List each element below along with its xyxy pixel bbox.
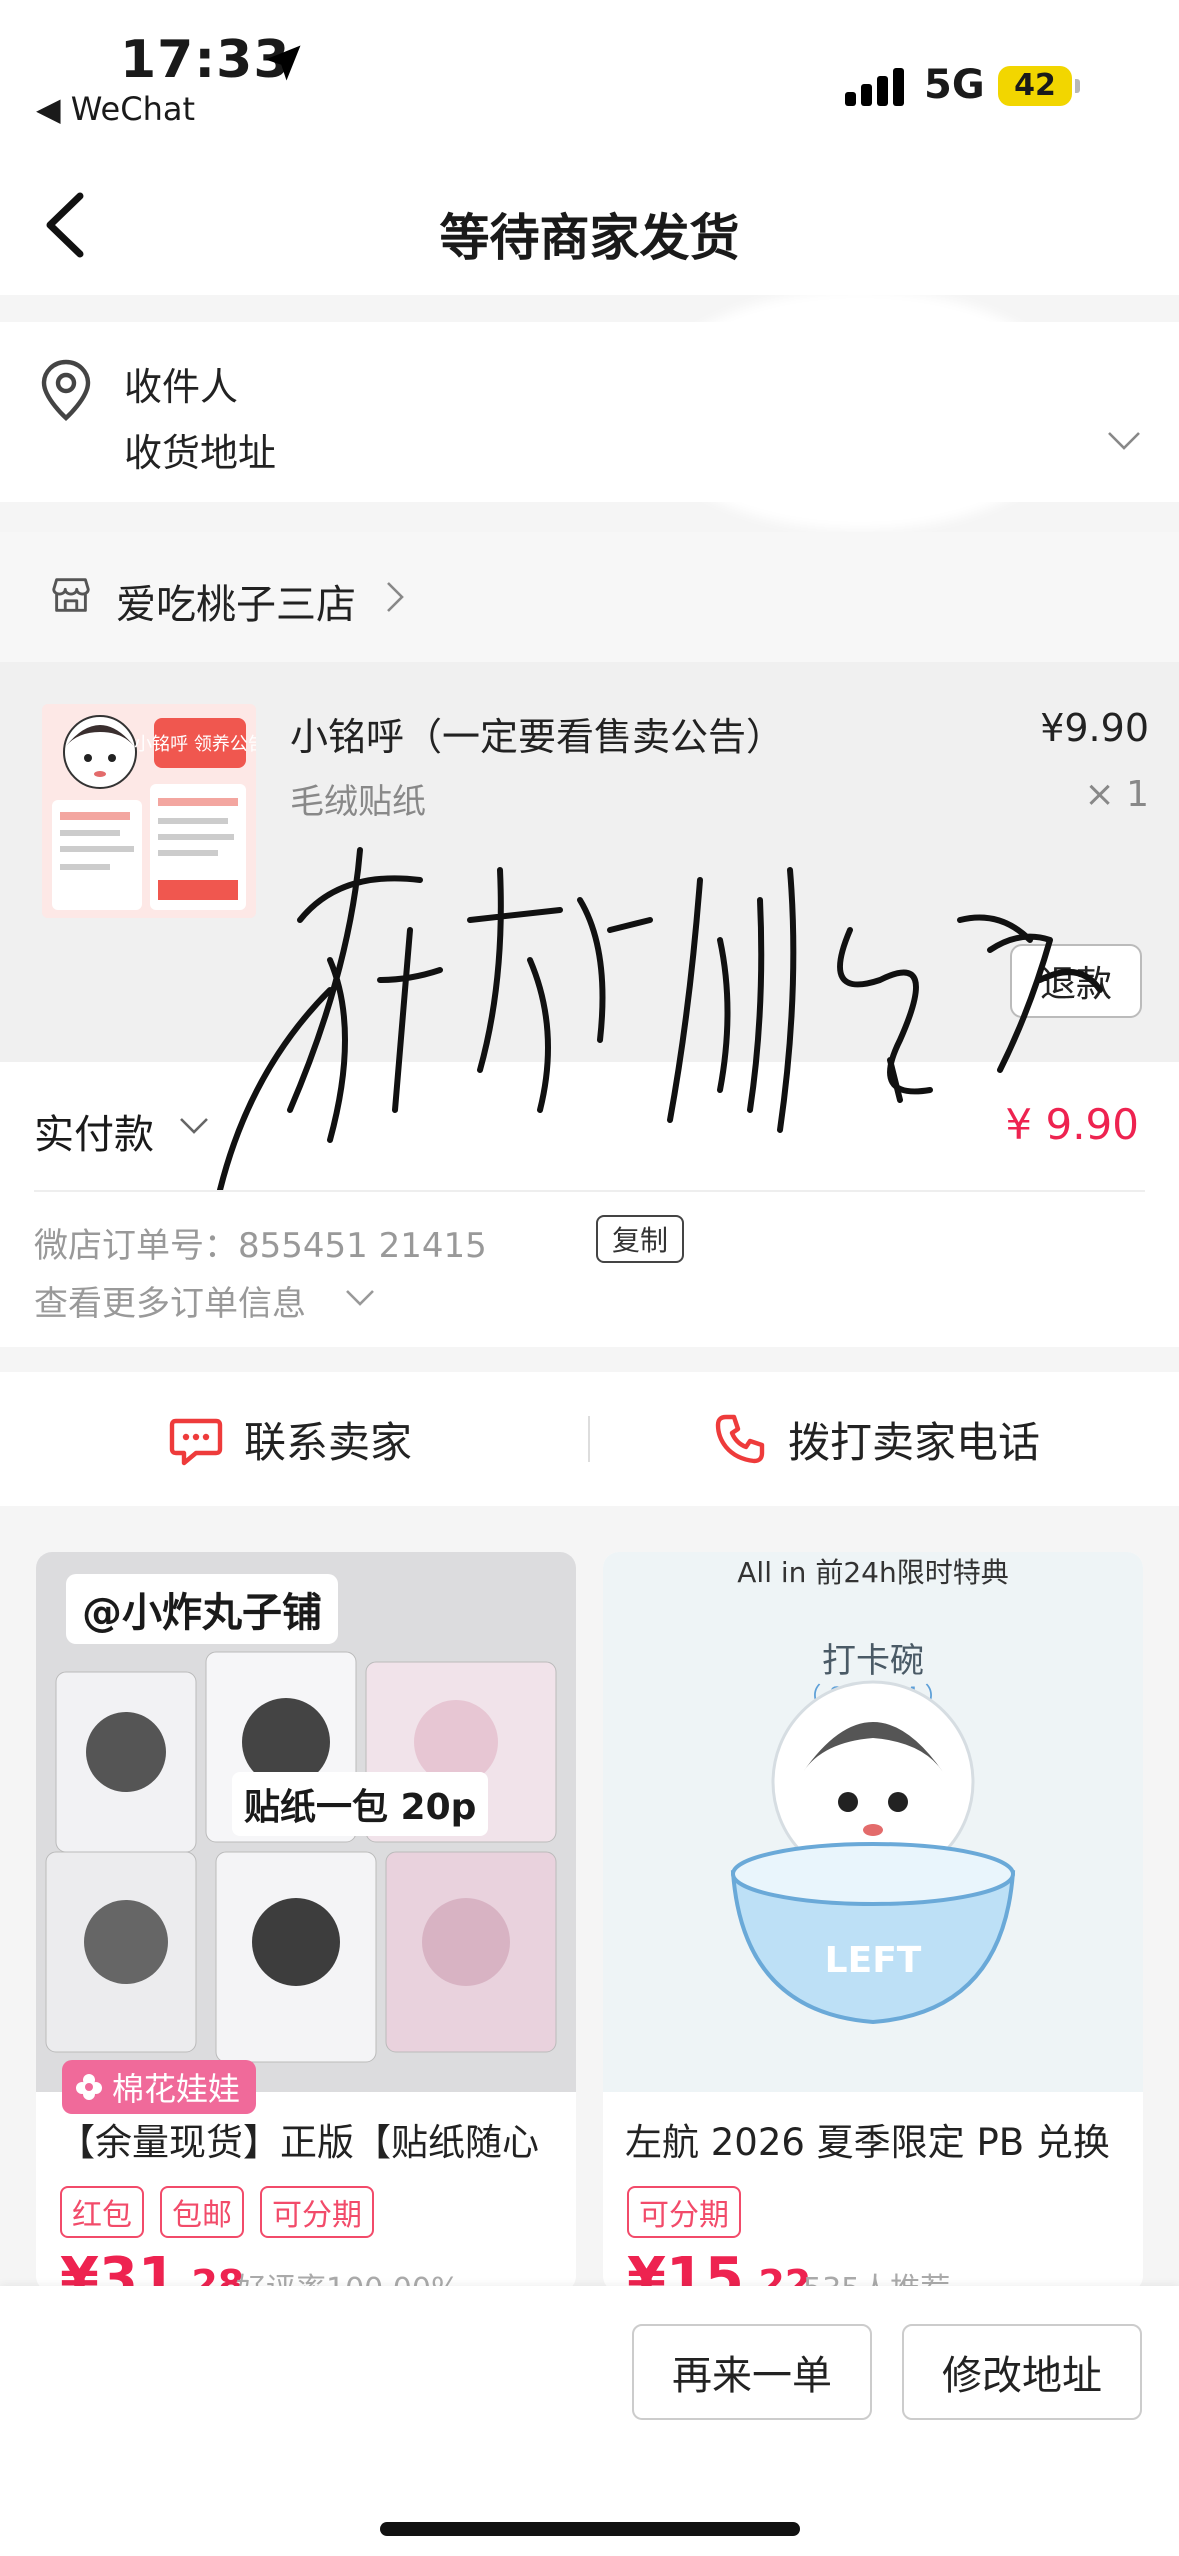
tag: 包邮	[160, 2186, 244, 2238]
phone-icon	[715, 1414, 765, 1464]
flower-icon	[76, 2074, 102, 2100]
address-label: 收货地址	[124, 431, 277, 475]
product-title: 小铭呼（一定要看售卖公告）	[290, 715, 785, 759]
recommendation-card[interactable]: @小炸丸子铺 贴纸一包 20p 棉花娃娃 【余量现货】正版【贴纸随心 红包 包邮…	[36, 1552, 576, 2292]
tag: 可分期	[627, 2186, 741, 2238]
chat-bubble-icon	[169, 1418, 223, 1466]
product-thumbnail: 小铭呼 领养公告	[42, 704, 256, 918]
payment-summary: 实付款 ¥ 9.90 微店订单号：855451 21415 复制 查看更多订单信…	[0, 1062, 1179, 1347]
order-number: 微店订单号：855451 21415	[34, 1226, 487, 1266]
chevron-down-icon[interactable]	[344, 1288, 376, 1308]
recommendation-title: 【余量现货】正版【贴纸随心	[58, 2121, 539, 2164]
shop-row[interactable]: 爱吃桃子三店	[0, 532, 1179, 662]
page-title: 等待商家发货	[439, 209, 740, 267]
shop-name: 爱吃桃子三店	[116, 582, 356, 628]
product-image: All in 前24h限时特典 打卡碗 （ 8+8CM ） LEFT	[603, 1552, 1143, 2092]
recommendation-card[interactable]: All in 前24h限时特典 打卡碗 （ 8+8CM ） LEFT 左航 20…	[603, 1552, 1143, 2292]
paid-label: 实付款	[34, 1112, 154, 1158]
paid-amount: ¥ 9.90	[1005, 1100, 1139, 1149]
order-product[interactable]: 小铭呼 领养公告 小铭呼（一定要看售卖公告） 毛绒贴纸 ¥9.90 × 1 退款	[0, 662, 1179, 1062]
recommendation-title: 左航 2026 夏季限定 PB 兑换	[625, 2121, 1110, 2164]
recipient-label: 收件人	[124, 365, 239, 409]
divider	[34, 1190, 1145, 1192]
reorder-button[interactable]: 再来一单	[632, 2324, 872, 2420]
recommendation-tags: 可分期	[627, 2186, 741, 2238]
product-thumbnail-art: 小铭呼 领养公告	[42, 704, 256, 918]
location-arrow-icon	[265, 45, 301, 81]
more-order-info-link[interactable]: 查看更多订单信息	[34, 1276, 306, 1325]
chevron-right-icon	[387, 582, 404, 612]
chevron-down-icon[interactable]	[1107, 430, 1141, 452]
cotton-doll-badge: 棉花娃娃	[62, 2060, 257, 2114]
thumb-text: 小铭呼 领养公告	[134, 734, 256, 755]
recommendation-shop-tag: @小炸丸子铺	[66, 1574, 338, 1644]
location-pin-icon	[41, 359, 91, 421]
sticker-pack-label: 贴纸一包 20p	[232, 1772, 489, 1836]
back-to-wechat[interactable]: ◀ WeChat	[36, 90, 195, 128]
tag: 可分期	[260, 2186, 374, 2238]
contact-seller-label: 联系卖家	[244, 1417, 413, 1467]
network-type: 5G	[924, 62, 985, 108]
banner-text: All in 前24h限时特典	[737, 1556, 1008, 1589]
product-quantity: × 1	[1084, 774, 1149, 815]
copy-order-number-button[interactable]: 复制	[596, 1215, 685, 1263]
divider	[588, 1416, 590, 1462]
cellular-signal-icon	[845, 68, 909, 106]
contact-bar: 联系卖家 拨打卖家电话	[0, 1372, 1179, 1506]
recommendation-tags: 红包 包邮 可分期	[60, 2186, 374, 2238]
bowl-text: LEFT	[825, 1940, 922, 1981]
cotton-doll-badge-label: 棉花娃娃	[112, 2070, 241, 2108]
store-icon	[52, 578, 90, 612]
contact-seller-button[interactable]: 联系卖家	[168, 1372, 412, 1506]
battery-icon: 42	[998, 66, 1080, 106]
chevron-down-icon[interactable]	[178, 1116, 210, 1136]
product-price: ¥9.90	[1040, 706, 1149, 750]
tag: 红包	[60, 2186, 144, 2238]
nav-bar: 等待商家发货	[0, 150, 1179, 295]
status-bar: 17:33 ◀ WeChat 5G 42	[0, 0, 1179, 150]
refund-button[interactable]: 退款	[1010, 944, 1142, 1018]
call-seller-label: 拨打卖家电话	[788, 1417, 1041, 1467]
home-indicator[interactable]	[380, 2522, 800, 2536]
product-variant: 毛绒贴纸	[290, 782, 426, 822]
call-seller-button[interactable]: 拨打卖家电话	[712, 1372, 1040, 1506]
bottom-action-bar: 再来一单 修改地址	[0, 2286, 1179, 2556]
item-name: 打卡碗	[822, 1641, 924, 1681]
privacy-smudge	[640, 290, 1080, 530]
modify-address-button[interactable]: 修改地址	[902, 2324, 1142, 2420]
